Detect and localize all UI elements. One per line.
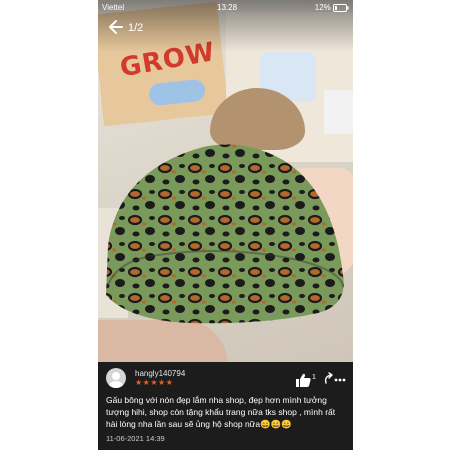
review-date: 11-06-2021 14:39 [106,434,165,443]
phone-screen: GROW Viettel 13:28 12% 1/2 hangly140794 … [98,0,353,450]
leopard-bucket-hat [106,144,344,324]
top-bar: Viettel 13:28 12% 1/2 [98,0,353,52]
user-icon [109,372,123,388]
reviewer-username[interactable]: hangly140794 [135,369,185,378]
review-photo[interactable]: GROW [98,0,353,362]
carrier-label: Viettel [102,3,125,12]
box-label [148,78,207,107]
clock: 13:28 [217,3,238,12]
review-panel: hangly140794 ★★★★★ 1 Gấu bông với nón đẹ… [98,362,353,450]
battery-icon [333,3,349,12]
review-text: Gấu bông với nón đẹp lắm nha shop, đẹp h… [106,395,336,429]
status-bar: Viettel 13:28 12% [102,2,349,14]
image-counter: 1/2 [128,22,144,34]
battery-label: 12% [315,3,349,12]
avatar[interactable] [106,368,126,388]
more-icon[interactable] [320,372,346,388]
back-arrow-icon[interactable] [106,18,126,38]
like-count: 1 [312,374,316,381]
like-icon[interactable] [294,372,312,388]
rating-stars: ★★★★★ [135,378,174,387]
